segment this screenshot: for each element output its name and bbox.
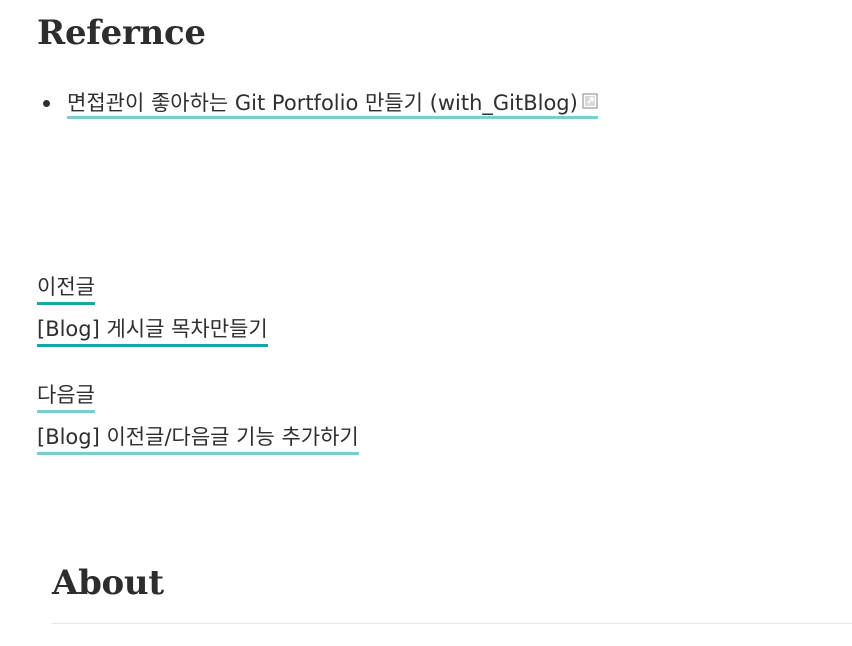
about-heading: About: [52, 563, 164, 603]
reference-heading: Refernce: [37, 13, 206, 53]
reference-link-label: 면접관이 좋아하는 Git Portfolio 만들기 (with_GitBlo…: [67, 91, 578, 115]
next-post-nav: 다음글 [Blog] 이전글/다음글 기능 추가하기: [37, 380, 359, 464]
reference-list: 면접관이 좋아하는 Git Portfolio 만들기 (with_GitBlo…: [37, 86, 598, 120]
reference-link[interactable]: 면접관이 좋아하는 Git Portfolio 만들기 (with_GitBlo…: [67, 91, 598, 119]
next-post-label[interactable]: 다음글: [37, 380, 95, 413]
external-link-icon: [582, 85, 598, 119]
about-divider: [52, 623, 852, 624]
next-post-link[interactable]: [Blog] 이전글/다음글 기능 추가하기: [37, 422, 359, 455]
list-item: 면접관이 좋아하는 Git Portfolio 만들기 (with_GitBlo…: [37, 86, 598, 120]
previous-post-link[interactable]: [Blog] 게시글 목차만들기: [37, 314, 268, 347]
previous-post-label[interactable]: 이전글: [37, 272, 95, 305]
bullet-dot: [43, 100, 50, 107]
previous-post-nav: 이전글 [Blog] 게시글 목차만들기: [37, 272, 268, 356]
